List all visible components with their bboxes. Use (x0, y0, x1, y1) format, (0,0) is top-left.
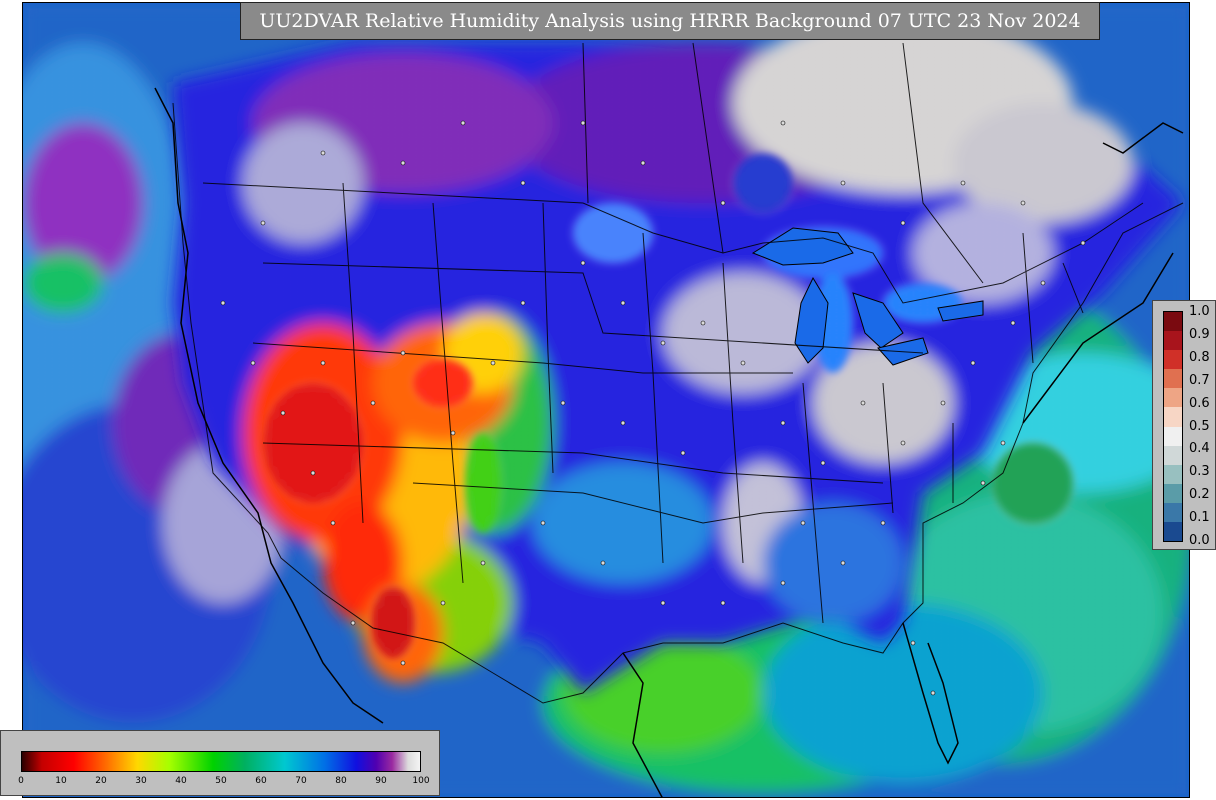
legend-color-segment (1164, 350, 1182, 370)
legend-tick-label: 0.7 (1189, 372, 1210, 388)
legend-tick-label: 0.5 (1189, 418, 1210, 434)
legend-color-segment (1164, 407, 1182, 427)
legend-color-segment (1164, 483, 1182, 504)
colorbar-tick-label: 70 (295, 776, 307, 786)
legend-tick-label: 0.8 (1189, 349, 1210, 365)
legend-tick-label: 0.4 (1189, 441, 1210, 457)
humidity-colorbar-gradient (21, 751, 421, 772)
legend-color-segment (1164, 312, 1182, 332)
colorbar-tick-label: 0 (18, 776, 24, 786)
legend-color-segment (1164, 521, 1182, 542)
legend-tick-label: 1.0 (1189, 304, 1210, 319)
legend-color-segment (1164, 464, 1182, 485)
legend-color-segment (1164, 502, 1182, 523)
legend-tick-label: 0.1 (1189, 510, 1210, 526)
legend-color-segment (1164, 369, 1182, 389)
station-legend-colorbar (1163, 311, 1183, 542)
colorbar-tick-label: 30 (135, 776, 147, 786)
legend-tick-label: 0.3 (1189, 464, 1210, 480)
colorbar-tick-label: 80 (335, 776, 347, 786)
colorbar-tick-label: 50 (215, 776, 227, 786)
colorbar-tick-label: 100 (412, 776, 430, 786)
legend-color-segment (1164, 445, 1182, 466)
legend-tick-label: 0.2 (1189, 487, 1210, 503)
map-title: UU2DVAR Relative Humidity Analysis using… (259, 10, 1081, 32)
colorbar-tick-label: 20 (95, 776, 107, 786)
station-legend: 1.0 0.9 0.8 0.7 0.6 0.5 0.4 0.3 0.2 0.1 0.0 (1152, 300, 1216, 550)
colorbar-tick-label: 90 (375, 776, 387, 786)
legend-color-segment (1164, 388, 1182, 408)
map-panel (22, 2, 1190, 798)
colorbar-tick-label: 40 (175, 776, 187, 786)
legend-color-segment (1164, 426, 1182, 447)
humidity-map (23, 3, 1189, 797)
legend-tick-label: 0.6 (1189, 395, 1210, 411)
colorbar-tick-label: 60 (255, 776, 267, 786)
humidity-colorbar: 0 10 20 30 40 50 60 70 80 90 100 (0, 730, 440, 796)
title-banner: UU2DVAR Relative Humidity Analysis using… (240, 2, 1100, 40)
legend-tick-label: 0.0 (1189, 533, 1210, 548)
legend-color-segment (1164, 331, 1182, 351)
colorbar-tick-label: 10 (55, 776, 67, 786)
legend-tick-label: 0.9 (1189, 326, 1210, 342)
